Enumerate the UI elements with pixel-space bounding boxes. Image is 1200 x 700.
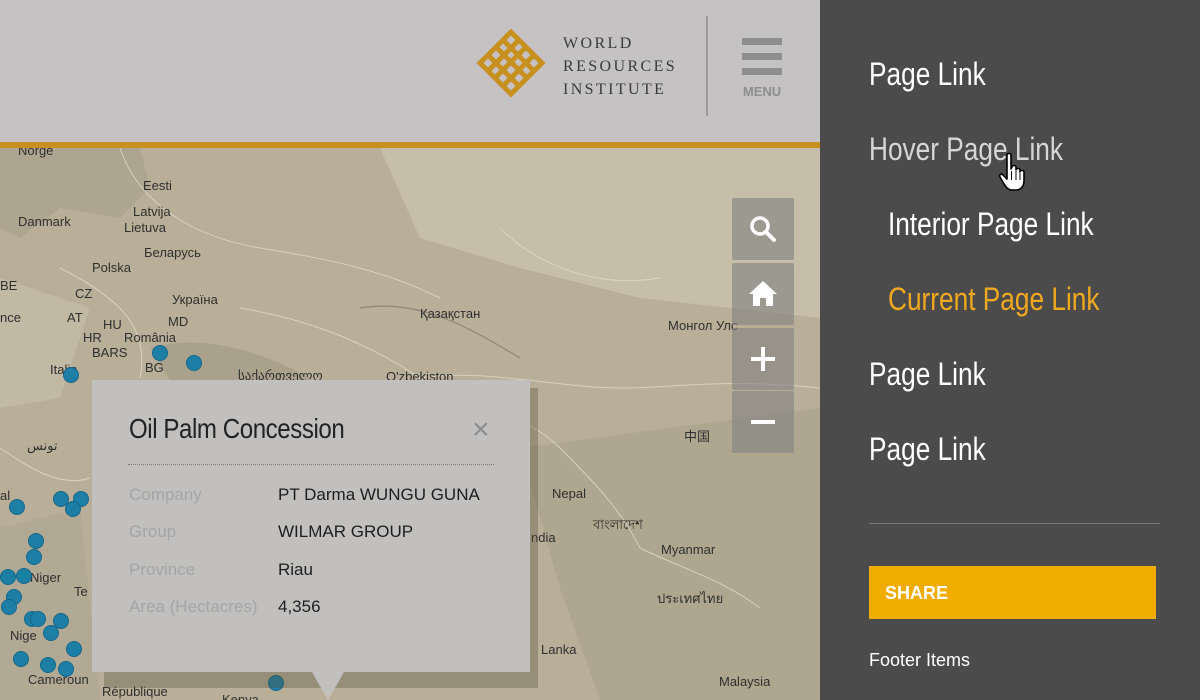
map-marker[interactable] [58,661,74,677]
search-icon [750,216,776,242]
menu-label: MENU [742,84,782,99]
map-label-be: BE [0,278,18,293]
nav-page-link-2[interactable]: Page Link [869,356,986,393]
nav-hover-page-link[interactable]: Hover Page Link [869,131,1063,168]
map-marker[interactable] [186,355,202,371]
map-label-chad: Te [74,584,88,599]
map-label-lietuva: Lietuva [124,220,166,235]
share-button[interactable]: SHARE [869,566,1156,619]
menu-button[interactable]: MENU [738,36,786,104]
map-search-button[interactable] [732,198,794,260]
map-label-danmark: Danmark [18,214,71,229]
logo-line-institute: INSTITUTE [563,81,667,98]
wri-logo-icon[interactable] [476,28,546,98]
province-label: Province [129,560,196,579]
map-label-france: nce [0,310,21,325]
map-label-china: 中国 [684,429,711,444]
map-label-nepal: Nepal [552,486,586,501]
map-marker[interactable] [13,651,29,667]
map-label-bangladesh: বাংলাদেশ [593,517,643,532]
map-label-kazakhstan: Қазақстан [420,306,481,321]
minus-icon [751,420,775,424]
map-marker[interactable] [9,499,25,515]
map-label-niger: Niger [30,570,62,585]
hamburger-icon-bar [742,68,782,75]
footer-items[interactable]: Footer Items [869,650,970,671]
map-label-polska: Polska [92,260,132,275]
map-label-mongolia: Монгол Улс [668,318,738,333]
nav-page-link-3[interactable]: Page Link [869,431,986,468]
group-label: Group [129,522,177,541]
map-label-belarus: Беларусь [144,245,201,260]
map-marker[interactable] [43,625,59,641]
map-marker[interactable] [63,367,79,383]
close-icon[interactable]: × [472,415,490,445]
map-label-latvija: Latvija [133,204,171,219]
map-label-myanmar: Myanmar [661,542,716,557]
company-value: PT Darma WUNGU GUNA [278,485,480,504]
hamburger-icon-bar [742,53,782,60]
map-marker[interactable] [28,533,44,549]
side-divider [869,523,1160,524]
map-label-romania: România [124,330,177,345]
map-marker[interactable] [66,641,82,657]
map-label-cameroun: Cameroun [28,672,89,687]
company-label: Company [129,485,202,504]
home-icon [749,281,777,306]
map-label-algeria: al [0,488,11,503]
share-label: SHARE [885,583,949,603]
map-label-bars: BARS [92,345,128,360]
map-label-eesti: Eesti [143,178,172,193]
popup-title: Oil Palm Concession [129,413,345,444]
map-label-hu: HU [103,317,122,332]
map-label-norge: Norge [18,148,54,158]
map-zoom-out-button[interactable] [732,391,794,453]
map-label-sri-lanka: Lanka [541,642,577,657]
logo-line-world: WORLD [563,35,634,52]
map-label-thailand: ประเทศไทย [657,591,724,606]
group-value: WILMAR GROUP [278,522,414,541]
nav-interior-page-link[interactable]: Interior Page Link [888,206,1094,243]
hamburger-icon [742,38,782,45]
province-value: Riau [278,560,313,579]
hand-cursor-icon [998,152,1025,191]
map-marker[interactable] [152,345,168,361]
nav-page-link-1[interactable]: Page Link [869,56,986,93]
map-label-at: AT [67,310,83,325]
popup-pointer [312,672,344,700]
plus-icon [751,347,775,371]
map-marker[interactable] [40,657,56,673]
nav-current-page-link[interactable]: Current Page Link [888,281,1099,318]
map-marker[interactable] [26,549,42,565]
area-value: 4,356 [278,597,321,616]
map-label-cz: CZ [75,286,93,301]
map-marker[interactable] [0,569,16,585]
map-marker[interactable] [16,568,32,584]
map-label-nigeria: Nige [10,628,37,643]
map-label-hr: HR [83,330,102,345]
header-divider [706,16,708,116]
map-zoom-in-button[interactable] [732,328,794,390]
side-menu-panel: Page Link Hover Page Link Interior Page … [820,0,1200,700]
logo-line-resources: RESOURCES [563,58,678,75]
map-label-kenya: Kenya [222,692,259,700]
popup-divider [128,464,494,465]
map-home-button[interactable] [732,263,794,325]
map-marker[interactable] [1,599,17,615]
map-label-malaysia: Malaysia [719,674,771,689]
concession-popup: Oil Palm Concession × Company PT Darma W… [92,380,530,672]
map-label-bg: BG [145,360,164,375]
map-marker[interactable] [65,501,81,517]
site-header: WORLD RESOURCES INSTITUTE MENU [0,0,820,142]
map-label-tunisia: تونس [27,438,58,453]
area-label: Area (Hectacres) [129,597,258,616]
wri-logo-text[interactable]: WORLD RESOURCES INSTITUTE [563,32,677,101]
map-label-md: MD [168,314,189,329]
map-marker[interactable] [30,611,46,627]
map-label-ukraina: Україна [172,292,218,307]
